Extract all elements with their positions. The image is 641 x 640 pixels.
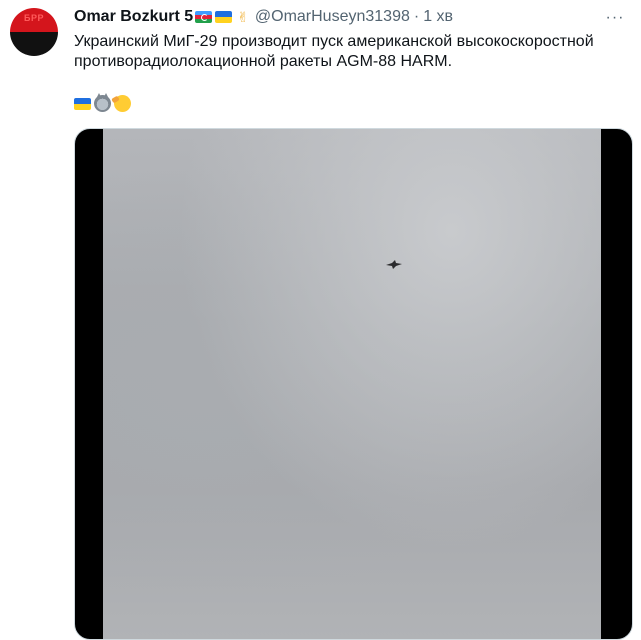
more-options-icon[interactable]: ··· [605,8,625,28]
wolf-icon [94,93,111,112]
rock-hand-icon: ✌ [237,8,249,25]
video-player[interactable] [74,128,633,640]
ukraine-flag-icon [215,11,233,23]
avatar[interactable]: БРР [10,8,58,56]
tweet[interactable]: БРР Omar Bozkurt 5 ✌ @OmarHuseyn31398 · … [0,0,641,640]
aircraft-image [386,260,402,269]
tweet-emojis [74,93,131,112]
azerbaijan-flag-icon [195,11,213,23]
separator-dot: · [413,8,420,25]
tweet-text: Украинский МиГ-29 производит пуск америк… [74,33,594,70]
saluting-face-icon [114,95,131,112]
author-name[interactable]: Omar Bozkurt 5 [74,8,193,26]
avatar-text: БРР [24,13,44,23]
ukraine-flag-icon [74,97,91,110]
video-frame[interactable] [103,129,601,639]
name-emojis: ✌ [195,9,249,26]
timestamp[interactable]: 1 хв [423,8,453,26]
author-handle[interactable]: @OmarHuseyn31398 [255,8,410,26]
tweet-header: Omar Bozkurt 5 ✌ @OmarHuseyn31398 · 1 хв [74,6,601,28]
